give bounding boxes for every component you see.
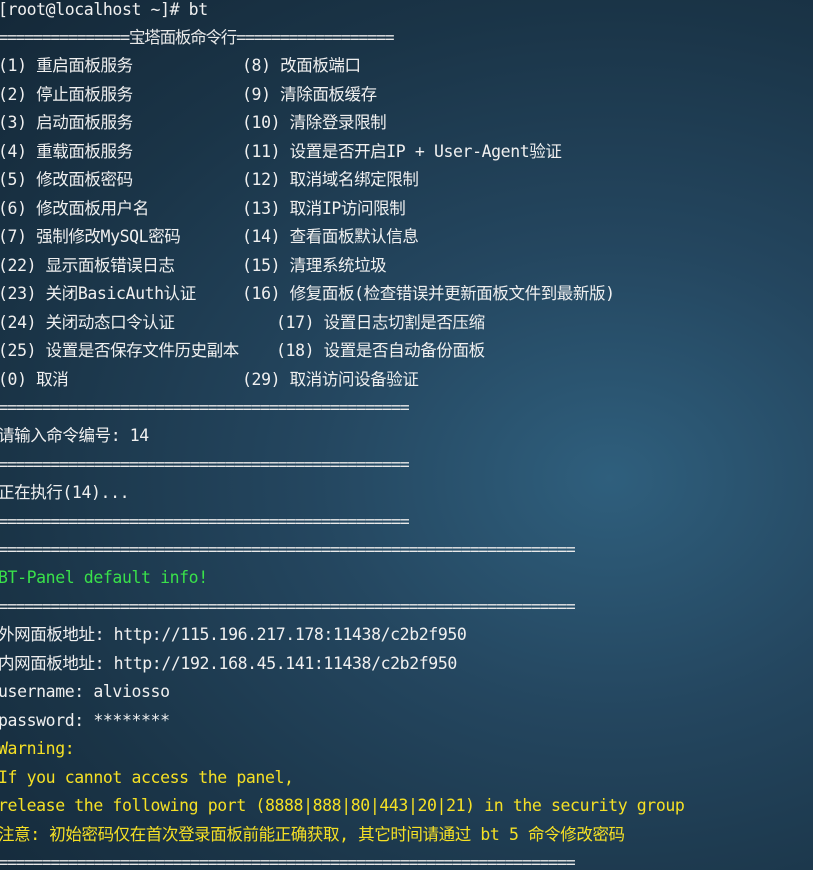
external-address-label: 外网面板地址: xyxy=(0,625,114,644)
separator: ========================================… xyxy=(0,455,410,474)
internal-address-line: 内网面板地址: http://192.168.45.141:11438/c2b2… xyxy=(0,654,457,682)
menu-option: (0) 取消 xyxy=(0,369,69,389)
internal-address-label: 内网面板地址: xyxy=(0,654,114,673)
menu-option: (15) 清理系统垃圾 xyxy=(242,255,387,275)
separator: ========================================… xyxy=(0,512,410,531)
terminal-window[interactable]: [root@localhost ~]# bt ===============宝塔… xyxy=(0,0,813,870)
separator-long: ========================================… xyxy=(0,853,576,870)
menu-option: (13) 取消IP访问限制 xyxy=(242,198,406,218)
menu-option: (7) 强制修改MySQL密码 xyxy=(0,227,181,246)
external-address-url[interactable]: http://115.196.217.178:11438/c2b2f950 xyxy=(114,625,467,644)
menu-option: (29) 取消访问设备验证 xyxy=(242,369,419,389)
menu-option: (18) 设置是否自动备份面板 xyxy=(276,341,485,360)
menu-option: (12) 取消域名绑定限制 xyxy=(242,170,419,189)
menu-option: (25) 设置是否保存文件历史副本 xyxy=(0,341,239,360)
menu-option: (24) 关闭动态口令认证 xyxy=(0,312,175,332)
menu-option: (5) 修改面板密码 xyxy=(0,170,133,189)
menu-option: (14) 查看面板默认信息 xyxy=(242,227,419,246)
separator: ========================================… xyxy=(0,398,410,417)
username-value: alviosso xyxy=(93,682,170,701)
password-value: ******** xyxy=(93,711,170,730)
external-address-line: 外网面板地址: http://115.196.217.178:11438/c2b… xyxy=(0,625,467,653)
menu-option: (10) 清除登录限制 xyxy=(242,113,387,132)
menu-option: (8) 改面板端口 xyxy=(242,56,361,75)
menu-header: ===============宝塔面板命令行================== xyxy=(0,28,395,47)
menu-option: (23) 关闭BasicAuth认证 xyxy=(0,284,196,303)
username-label: username: xyxy=(0,682,94,701)
warning-line: release the following port (8888|888|80|… xyxy=(0,796,685,815)
separator-long: ========================================… xyxy=(0,597,576,616)
password-label: password: xyxy=(0,711,94,730)
menu-option: (16) 修复面板(检查错误并更新面板文件到最新版) xyxy=(242,284,615,303)
warning-title: Warning: xyxy=(0,739,75,758)
menu-option: (22) 显示面板错误日志 xyxy=(0,255,175,275)
warning-line: If you cannot access the panel, xyxy=(0,768,294,787)
menu-option: (3) 启动面板服务 xyxy=(0,113,133,132)
username-line: username: alviosso xyxy=(0,682,170,710)
menu-option: (6) 修改面板用户名 xyxy=(0,198,149,218)
notice-line: 注意: 初始密码仅在首次登录面板前能正确获取, 其它时间请通过 bt 5 命令修… xyxy=(0,825,625,844)
menu-option: (1) 重启面板服务 xyxy=(0,56,133,75)
menu-option: (11) 设置是否开启IP + User-Agent验证 xyxy=(242,141,562,161)
password-line: password: ******** xyxy=(0,711,170,739)
prompt-line: [root@localhost ~]# bt xyxy=(0,0,208,19)
menu-option: (9) 清除面板缓存 xyxy=(242,84,377,104)
menu-option: (2) 停止面板服务 xyxy=(0,84,133,104)
info-title: BT-Panel default info! xyxy=(0,568,208,587)
separator-long: ========================================… xyxy=(0,540,576,559)
internal-address-url[interactable]: http://192.168.45.141:11438/c2b2f950 xyxy=(114,654,458,673)
input-prompt: 请输入命令编号: 14 xyxy=(0,426,149,445)
menu-option: (17) 设置日志切割是否压缩 xyxy=(276,312,485,332)
menu-option: (4) 重载面板服务 xyxy=(0,141,133,161)
executing-status: 正在执行(14)... xyxy=(0,483,130,502)
